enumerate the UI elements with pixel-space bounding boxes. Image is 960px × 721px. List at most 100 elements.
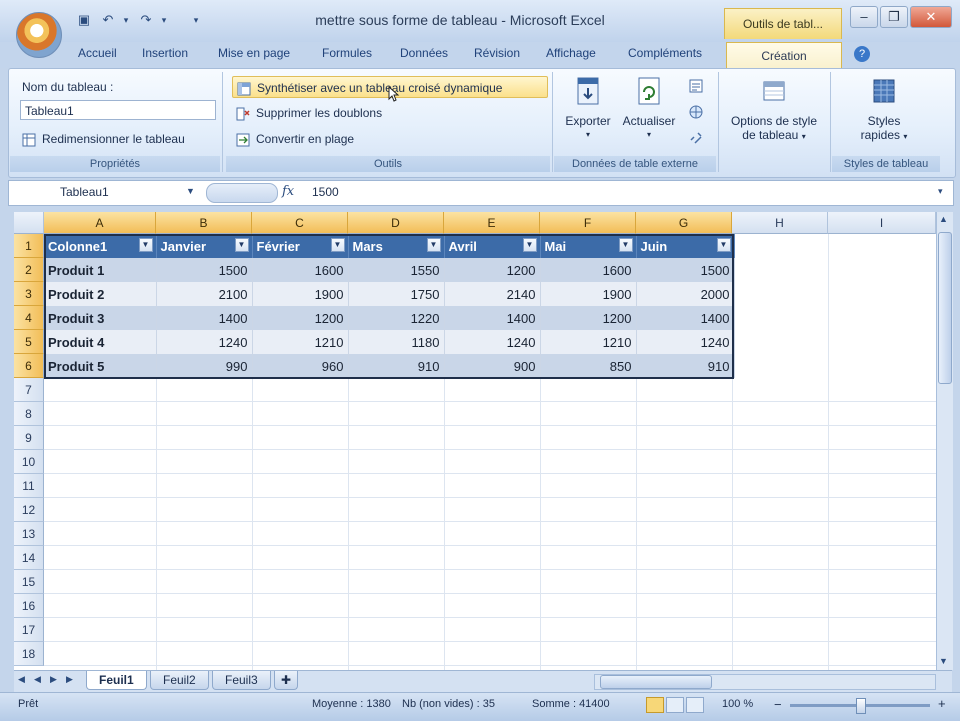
row-header[interactable]: 10 <box>14 450 44 474</box>
convert-to-range-button[interactable]: Convertir en plage <box>232 128 452 150</box>
column-header-c[interactable]: C <box>252 212 348 234</box>
table-header-cell[interactable]: Juin ▼ <box>636 234 735 258</box>
table-cell[interactable]: 1900 <box>540 282 637 306</box>
properties-icon[interactable] <box>688 78 704 94</box>
table-cell[interactable]: 1240 <box>444 330 541 354</box>
table-header-cell[interactable]: Avril ▼ <box>444 234 541 258</box>
tab-formules[interactable]: Formules <box>322 46 372 60</box>
table-cell[interactable]: Produit 2 <box>44 282 157 306</box>
undo-icon[interactable]: ↶ <box>100 12 116 28</box>
next-sheet-icon[interactable]: ▶ <box>50 674 57 685</box>
table-cell[interactable]: 1200 <box>444 258 541 282</box>
table-header-cell[interactable]: Mai ▼ <box>540 234 637 258</box>
horizontal-scroll-thumb[interactable] <box>600 675 712 689</box>
table-cell[interactable]: 1600 <box>252 258 349 282</box>
resize-table-button[interactable]: Redimensionner le tableau <box>18 128 218 150</box>
row-header[interactable]: 14 <box>14 546 44 570</box>
row-header[interactable]: 8 <box>14 402 44 426</box>
row-header[interactable]: 3 <box>14 282 44 306</box>
row-header[interactable]: 2 <box>14 258 44 282</box>
table-cell[interactable]: 1500 <box>156 258 253 282</box>
column-header-i[interactable]: I <box>828 212 936 234</box>
table-cell[interactable]: 2100 <box>156 282 253 306</box>
normal-view-icon[interactable] <box>646 697 664 713</box>
zoom-in-icon[interactable]: + <box>938 696 946 711</box>
table-header-cell[interactable]: Janvier ▼ <box>156 234 253 258</box>
table-cell[interactable]: 1220 <box>348 306 445 330</box>
worksheet-grid[interactable]: A B C D E F G H I 1 2 3 4 5 6 7 8 9 10 11 12 13 14 15 1… <box>14 212 936 670</box>
filter-dropdown-icon[interactable]: ▼ <box>138 238 153 252</box>
table-cell[interactable]: 1750 <box>348 282 445 306</box>
expand-formula-bar-icon[interactable]: ▾ <box>938 186 943 197</box>
filter-dropdown-icon[interactable]: ▼ <box>716 238 731 252</box>
column-header-f[interactable]: F <box>540 212 636 234</box>
table-cell[interactable]: 1200 <box>540 306 637 330</box>
table-cell[interactable]: Produit 5 <box>44 354 157 378</box>
table-cell[interactable]: 910 <box>636 354 735 378</box>
filter-dropdown-icon[interactable]: ▼ <box>522 238 537 252</box>
table-cell[interactable]: 960 <box>252 354 349 378</box>
page-layout-view-icon[interactable] <box>666 697 684 713</box>
row-header[interactable]: 6 <box>14 354 44 378</box>
sheet-tab-feuil2[interactable]: Feuil2 <box>150 671 209 690</box>
table-style-options-button[interactable]: Options de style de tableau ▾ <box>720 76 828 144</box>
table-cell[interactable]: 850 <box>540 354 637 378</box>
row-header[interactable]: 12 <box>14 498 44 522</box>
filter-dropdown-icon[interactable]: ▼ <box>618 238 633 252</box>
last-sheet-icon[interactable]: ▶ <box>66 674 73 685</box>
column-header-e[interactable]: E <box>444 212 540 234</box>
table-cell[interactable]: 2000 <box>636 282 735 306</box>
select-all-button[interactable] <box>14 212 44 234</box>
office-button[interactable] <box>16 12 62 58</box>
tab-insertion[interactable]: Insertion <box>142 46 188 60</box>
tab-affichage[interactable]: Affichage <box>546 46 596 60</box>
customize-quick-access-icon[interactable]: ▾ <box>188 12 204 28</box>
table-cell[interactable]: 1500 <box>636 258 735 282</box>
table-cell[interactable]: Produit 1 <box>44 258 157 282</box>
table-cell[interactable]: 1240 <box>636 330 735 354</box>
sheet-tab-feuil3[interactable]: Feuil3 <box>212 671 271 690</box>
column-header-b[interactable]: B <box>156 212 252 234</box>
row-header[interactable]: 16 <box>14 594 44 618</box>
close-button[interactable]: ✕ <box>910 6 952 28</box>
row-header[interactable]: 13 <box>14 522 44 546</box>
filter-dropdown-icon[interactable]: ▼ <box>330 238 345 252</box>
table-cell[interactable]: 900 <box>444 354 541 378</box>
name-box[interactable]: Tableau1 <box>10 182 200 202</box>
scroll-down-icon[interactable]: ▼ <box>939 656 948 666</box>
formula-bar-resize-handle[interactable] <box>206 183 278 203</box>
row-header[interactable]: 18 <box>14 642 44 666</box>
table-cell[interactable]: 1600 <box>540 258 637 282</box>
export-button[interactable]: Exporter ▾ <box>558 76 618 142</box>
table-cell[interactable]: 1240 <box>156 330 253 354</box>
tab-creation[interactable]: Création <box>726 42 842 71</box>
zoom-level[interactable]: 100 % <box>722 698 753 710</box>
row-header[interactable]: 4 <box>14 306 44 330</box>
tab-revision[interactable]: Révision <box>474 46 520 60</box>
sheet-tab-feuil1[interactable]: Feuil1 <box>86 671 147 690</box>
table-name-input[interactable]: Tableau1 <box>20 100 216 120</box>
table-cell[interactable]: 990 <box>156 354 253 378</box>
open-in-browser-icon[interactable] <box>688 104 704 120</box>
zoom-out-icon[interactable]: − <box>774 697 782 712</box>
table-cell[interactable]: 1400 <box>444 306 541 330</box>
table-cell[interactable]: 1200 <box>252 306 349 330</box>
table-cell[interactable]: 1400 <box>156 306 253 330</box>
table-cell[interactable]: 1900 <box>252 282 349 306</box>
row-header[interactable]: 15 <box>14 570 44 594</box>
restore-button[interactable]: ❐ <box>880 6 908 28</box>
zoom-slider-handle[interactable] <box>856 698 866 714</box>
table-cell[interactable]: Produit 3 <box>44 306 157 330</box>
table-cell[interactable]: 1210 <box>540 330 637 354</box>
prev-sheet-icon[interactable]: ◀ <box>34 674 41 685</box>
scroll-up-icon[interactable]: ▲ <box>939 214 948 224</box>
row-header[interactable]: 11 <box>14 474 44 498</box>
name-box-dropdown-icon[interactable]: ▼ <box>186 186 195 196</box>
help-icon[interactable]: ? <box>854 46 870 62</box>
undo-dropdown-icon[interactable]: ▾ <box>118 12 134 28</box>
table-header-cell[interactable]: Colonne1 ▼ <box>44 234 157 258</box>
first-sheet-icon[interactable]: ◀ <box>18 674 25 685</box>
insert-sheet-icon[interactable]: ✚ <box>274 671 299 690</box>
column-header-g[interactable]: G <box>636 212 732 234</box>
table-cell[interactable]: 2140 <box>444 282 541 306</box>
